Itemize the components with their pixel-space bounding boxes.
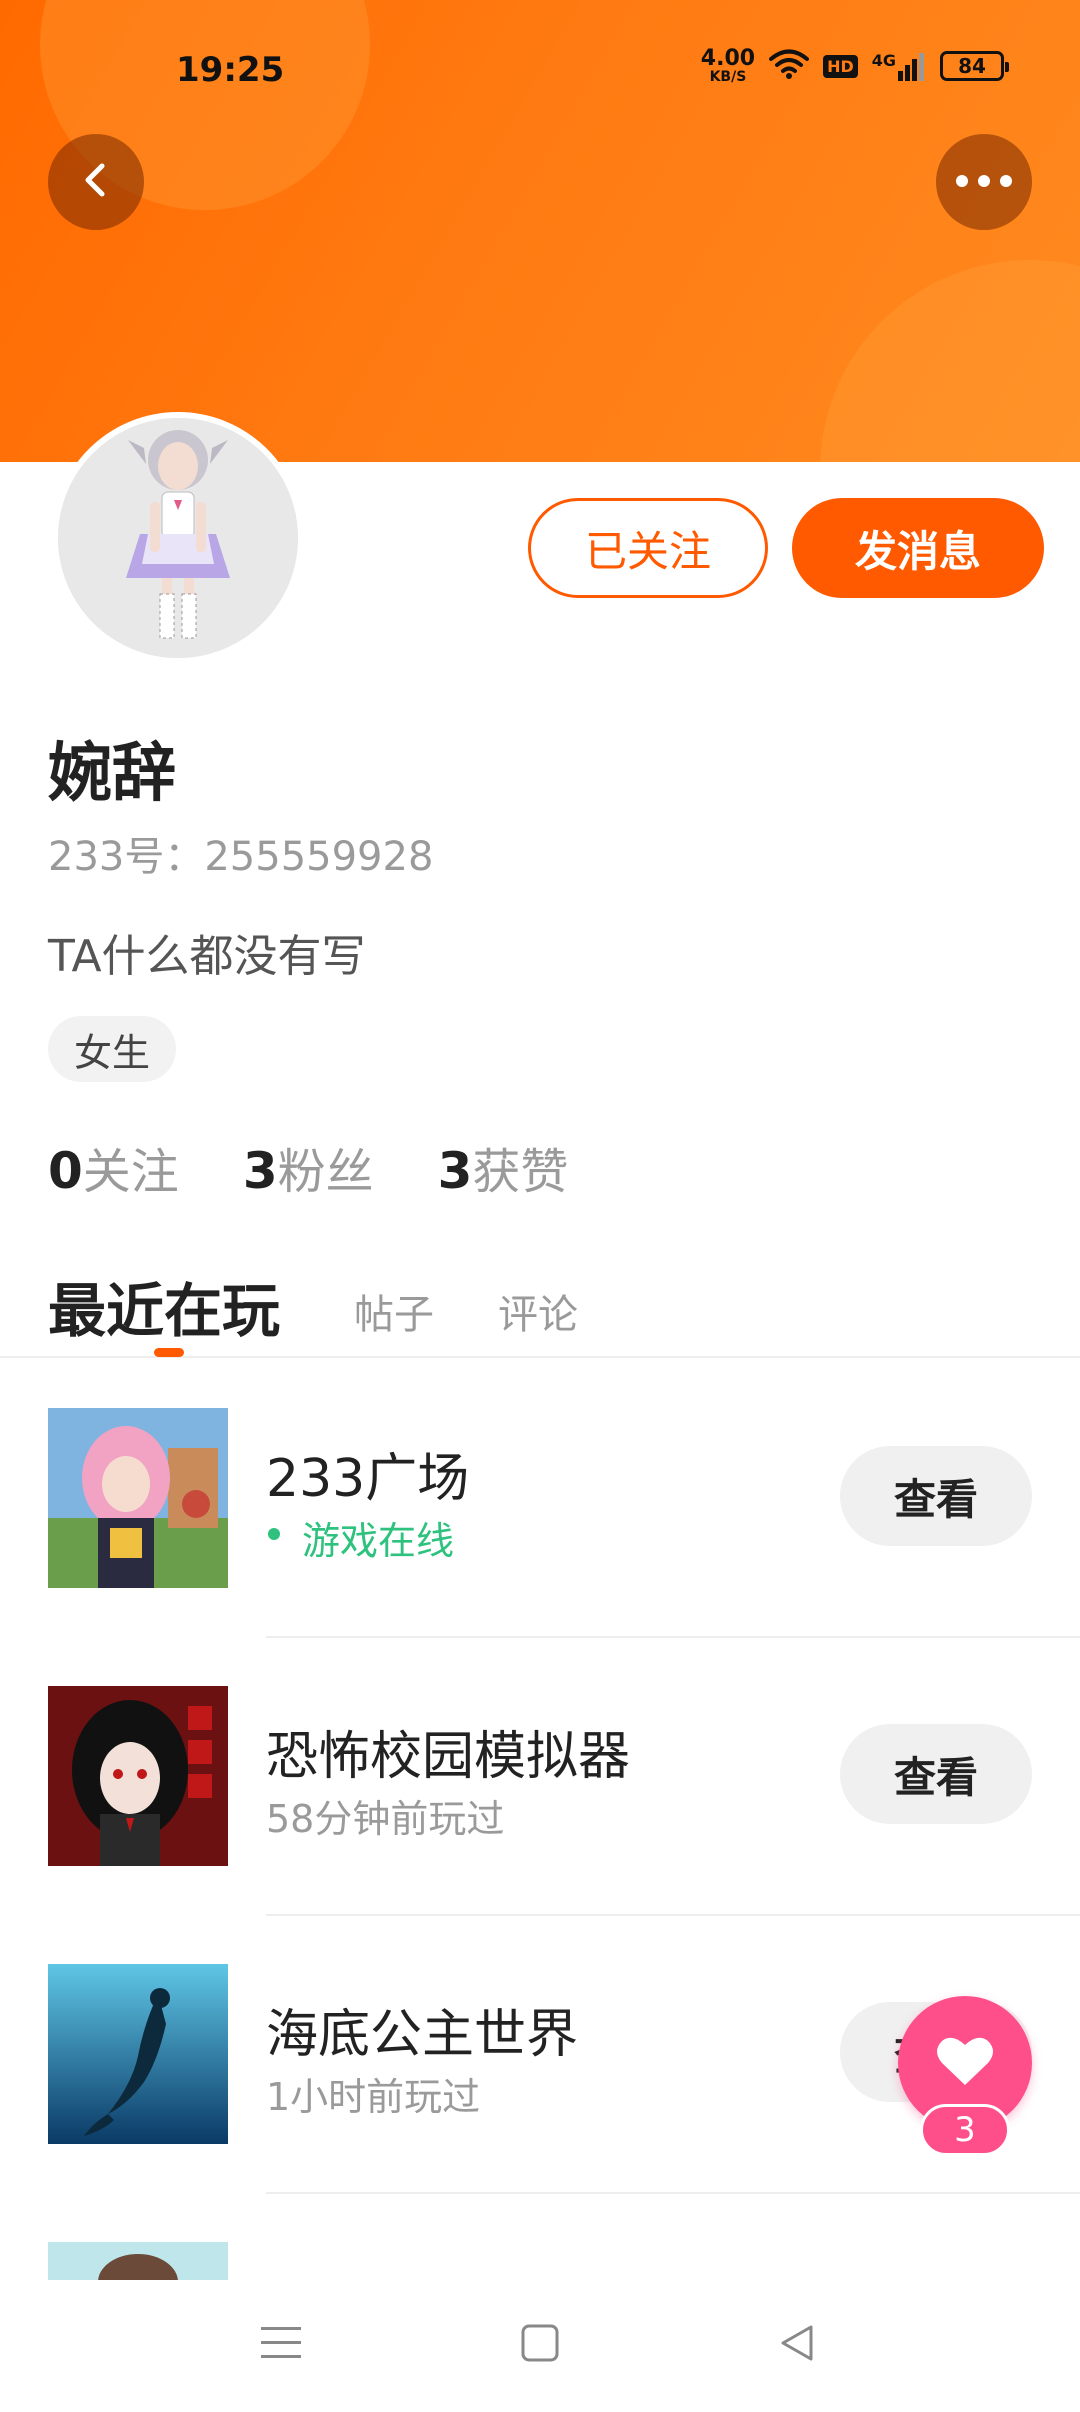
recent-games-list: 233广场 游戏在线 查看 恐怖校园模拟器 58分钟前玩过 查看 海底公主世界 … [0, 1360, 1080, 2280]
followed-button[interactable]: 已关注 [528, 498, 768, 598]
game-last-played: 1小时前玩过 [266, 2075, 481, 2119]
banner-decoration [820, 260, 1080, 462]
likes-label: 获赞 [472, 1144, 569, 1200]
menu-icon [261, 2325, 301, 2365]
game-thumbnail [48, 2242, 228, 2280]
avatar[interactable] [52, 412, 304, 664]
cell-signal-icon: 4G [872, 51, 926, 81]
profile-stats: 0 关注 3 粉丝 3 获赞 [48, 1132, 568, 1202]
view-game-button[interactable]: 查看 [840, 1724, 1032, 1824]
send-message-button[interactable]: 发消息 [792, 498, 1044, 598]
likes-count: 3 [437, 1142, 473, 1200]
network-speed-value: 4.00 [700, 46, 756, 71]
active-tab-indicator [154, 1348, 184, 1357]
game-thumbnail [48, 1964, 228, 2144]
game-title: 233广场 [266, 1449, 470, 1509]
network-speed: 4.00 KB/S [700, 46, 756, 85]
avatar-character-image [58, 418, 298, 658]
game-thumbnail [48, 1686, 228, 1866]
following-label: 关注 [82, 1144, 179, 1200]
user-bio: TA什么都没有写 [48, 931, 366, 982]
chevron-left-icon [76, 160, 116, 204]
game-title: 海底公主世界 [266, 2005, 579, 2065]
heart-icon [936, 2035, 994, 2091]
game-title: 恐怖校园模拟器 [266, 1727, 631, 1787]
tab-comments[interactable]: 评论 [498, 1282, 578, 1340]
nav-back-button[interactable] [762, 2310, 832, 2380]
like-count-badge: 3 [920, 2104, 1010, 2156]
followers-label: 粉丝 [277, 1144, 374, 1200]
network-type-label: 4G [871, 51, 896, 70]
status-time: 19:25 [176, 50, 285, 90]
tab-recently-played[interactable]: 最近在玩 [48, 1264, 280, 1348]
list-item[interactable] [0, 2194, 1080, 2280]
game-last-played: 58分钟前玩过 [266, 1797, 505, 1841]
list-item[interactable]: 233广场 游戏在线 查看 [0, 1360, 1080, 1638]
game-thumbnail [48, 1408, 228, 1588]
list-item[interactable]: 恐怖校园模拟器 58分钟前玩过 查看 [0, 1638, 1080, 1916]
wifi-icon [769, 48, 810, 84]
more-dots-icon [954, 173, 1014, 192]
likes-stat[interactable]: 3 获赞 [438, 1132, 569, 1202]
tab-posts[interactable]: 帖子 [354, 1282, 434, 1340]
following-stat[interactable]: 0 关注 [48, 1132, 179, 1202]
battery-icon: 84 [940, 51, 1009, 81]
system-navigation-bar [0, 2280, 1080, 2412]
square-icon [521, 2324, 559, 2366]
status-indicators: 4.00 KB/S HD 4G 84 [700, 46, 1009, 85]
triangle-back-icon [777, 2323, 817, 2367]
followers-stat[interactable]: 3 粉丝 [243, 1132, 374, 1202]
followers-count: 3 [242, 1142, 278, 1200]
user-name: 婉辞 [48, 737, 176, 811]
nav-home-button[interactable] [505, 2310, 575, 2380]
gender-tag: 女生 [48, 1016, 177, 1082]
status-bar: 19:25 4.00 KB/S HD 4G 84 [0, 0, 1080, 140]
network-speed-unit: KB/S [709, 69, 747, 85]
view-game-button[interactable]: 查看 [840, 1446, 1032, 1546]
more-options-button[interactable] [936, 134, 1032, 230]
hd-icon: HD [823, 54, 858, 78]
nav-menu-button[interactable] [246, 2310, 316, 2380]
game-status-online: 游戏在线 [266, 1510, 454, 1565]
following-count: 0 [48, 1142, 83, 1200]
user-id: 233号：255559928 [48, 834, 434, 880]
back-button[interactable] [48, 134, 144, 230]
profile-tabs: 最近在玩 帖子 评论 [0, 1256, 1080, 1358]
